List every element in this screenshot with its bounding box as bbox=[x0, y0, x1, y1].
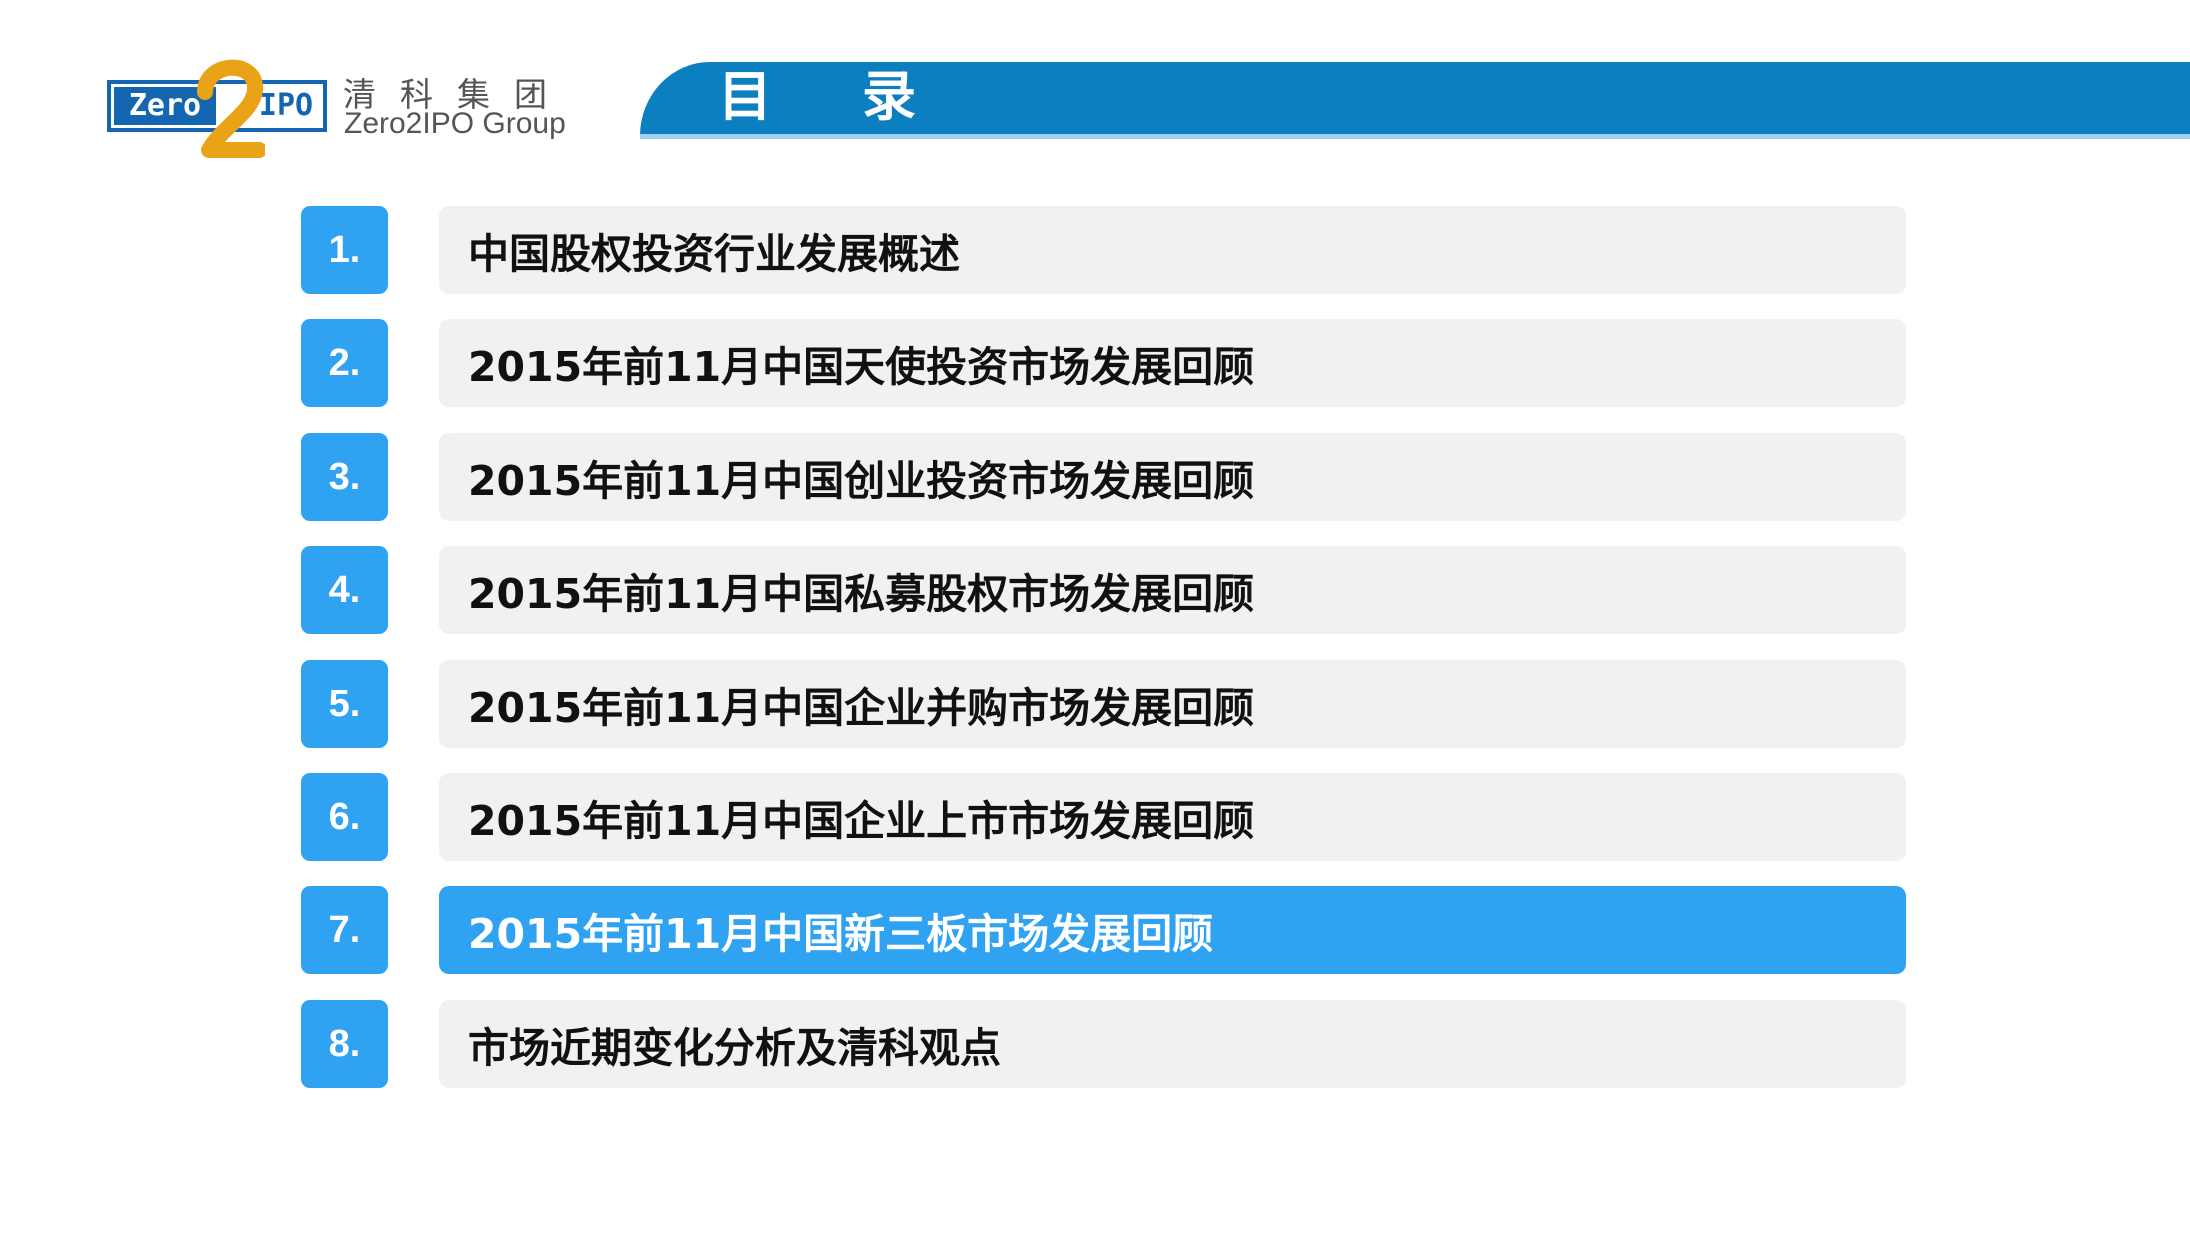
toc-item-bar[interactable]: 市场近期变化分析及清科观点 bbox=[439, 1000, 1906, 1088]
toc-item[interactable]: 6. 2015年前11月中国企业上市市场发展回顾 bbox=[301, 773, 1906, 861]
toc-item-number: 7. bbox=[301, 886, 388, 974]
toc-item-bar[interactable]: 2015年前11月中国企业并购市场发展回顾 bbox=[439, 660, 1906, 748]
toc-item-number: 3. bbox=[301, 433, 388, 521]
toc-item[interactable]: 5. 2015年前11月中国企业并购市场发展回顾 bbox=[301, 660, 1906, 748]
toc-item-bar[interactable]: 2015年前11月中国私募股权市场发展回顾 bbox=[439, 546, 1906, 634]
toc-item[interactable]: 7. 2015年前11月中国新三板市场发展回顾 bbox=[301, 886, 1906, 974]
toc-item-number: 5. bbox=[301, 660, 388, 748]
toc-item[interactable]: 2. 2015年前11月中国天使投资市场发展回顾 bbox=[301, 319, 1906, 407]
toc-item-bar[interactable]: 2015年前11月中国企业上市市场发展回顾 bbox=[439, 773, 1906, 861]
title-underline bbox=[640, 134, 2190, 139]
toc-item-bar-active[interactable]: 2015年前11月中国新三板市场发展回顾 bbox=[439, 886, 1906, 974]
toc-item-label: 2015年前11月中国创业投资市场发展回顾 bbox=[468, 457, 1255, 505]
logo-company-en: Zero2IPO Group bbox=[344, 107, 566, 140]
toc-item-bar[interactable]: 2015年前11月中国天使投资市场发展回顾 bbox=[439, 319, 1906, 407]
toc-item[interactable]: 8. 市场近期变化分析及清科观点 bbox=[301, 1000, 1906, 1088]
logo-two-mark bbox=[197, 59, 265, 158]
toc-item-number: 4. bbox=[301, 546, 388, 634]
toc-item[interactable]: 3. 2015年前11月中国创业投资市场发展回顾 bbox=[301, 433, 1906, 521]
toc-item-number: 1. bbox=[301, 206, 388, 294]
toc-item-label: 2015年前11月中国私募股权市场发展回顾 bbox=[468, 570, 1255, 618]
toc-item-label: 2015年前11月中国天使投资市场发展回顾 bbox=[468, 343, 1255, 391]
toc-item[interactable]: 1. 中国股权投资行业发展概述 bbox=[301, 206, 1906, 294]
toc-item-label: 中国股权投资行业发展概述 bbox=[468, 230, 960, 278]
toc-item[interactable]: 4. 2015年前11月中国私募股权市场发展回顾 bbox=[301, 546, 1906, 634]
toc-item-label: 2015年前11月中国企业上市市场发展回顾 bbox=[468, 797, 1255, 845]
toc-item-label: 市场近期变化分析及清科观点 bbox=[468, 1024, 1001, 1072]
toc-item-number: 8. bbox=[301, 1000, 388, 1088]
company-logo: Zero IPO 清科集团 Zero2IPO Group bbox=[107, 59, 577, 158]
toc-item-number: 2. bbox=[301, 319, 388, 407]
toc-item-label: 2015年前11月中国企业并购市场发展回顾 bbox=[468, 684, 1255, 732]
toc-item-label: 2015年前11月中国新三板市场发展回顾 bbox=[468, 910, 1214, 958]
toc-item-bar[interactable]: 中国股权投资行业发展概述 bbox=[439, 206, 1906, 294]
page-title: 目录 bbox=[718, 65, 1006, 128]
toc-item-bar[interactable]: 2015年前11月中国创业投资市场发展回顾 bbox=[439, 433, 1906, 521]
toc-item-number: 6. bbox=[301, 773, 388, 861]
